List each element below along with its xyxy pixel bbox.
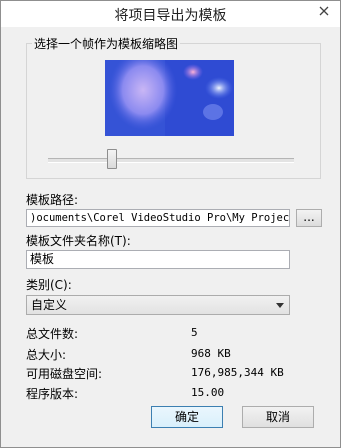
dialog-title: 将项目导出为模板 [114, 8, 227, 24]
browse-button[interactable]: ... [296, 209, 322, 227]
category-select[interactable]: 自定义 [26, 295, 290, 315]
total-size-label: 总大小: [26, 348, 67, 362]
category-label: 类别(C): [26, 278, 72, 292]
program-version-label: 程序版本: [26, 387, 79, 401]
template-path-label: 模板路径: [26, 193, 79, 207]
export-template-dialog: 将项目导出为模板 选择一个帧作为模板缩略图 模板路径:)ocuments\Co… [0, 0, 341, 448]
close-button[interactable] [308, 1, 340, 21]
thumbnail-preview [105, 60, 234, 136]
title-bar: 将项目导出为模板 [1, 1, 340, 27]
free-space-value: 176,985,344 KB [191, 366, 284, 379]
program-version-value: 15.00 [191, 386, 225, 399]
total-files-label: 总文件数: [26, 327, 79, 341]
chevron-down-icon [276, 303, 284, 308]
folder-name-input[interactable]: 模板 [26, 250, 290, 269]
ok-button[interactable]: 确定 [151, 406, 223, 428]
template-path-field[interactable]: )ocuments\Corel VideoStudio Pro\My Proje… [26, 209, 290, 227]
close-icon [319, 6, 329, 16]
category-selected-value: 自定义 [31, 298, 68, 312]
thumbnail-frame-slider-track[interactable] [48, 158, 294, 163]
total-files-value: 5 [191, 326, 198, 339]
cancel-button[interactable]: 取消 [242, 406, 314, 428]
thumbnail-frame-slider-thumb[interactable] [107, 149, 117, 169]
thumbnail-group-label: 选择一个帧作为模板缩略图 [32, 35, 181, 52]
folder-name-label: 模板文件夹名称(T): [26, 234, 131, 248]
total-size-value: 968 KB [191, 347, 231, 360]
free-space-label: 可用磁盘空间: [26, 367, 103, 381]
